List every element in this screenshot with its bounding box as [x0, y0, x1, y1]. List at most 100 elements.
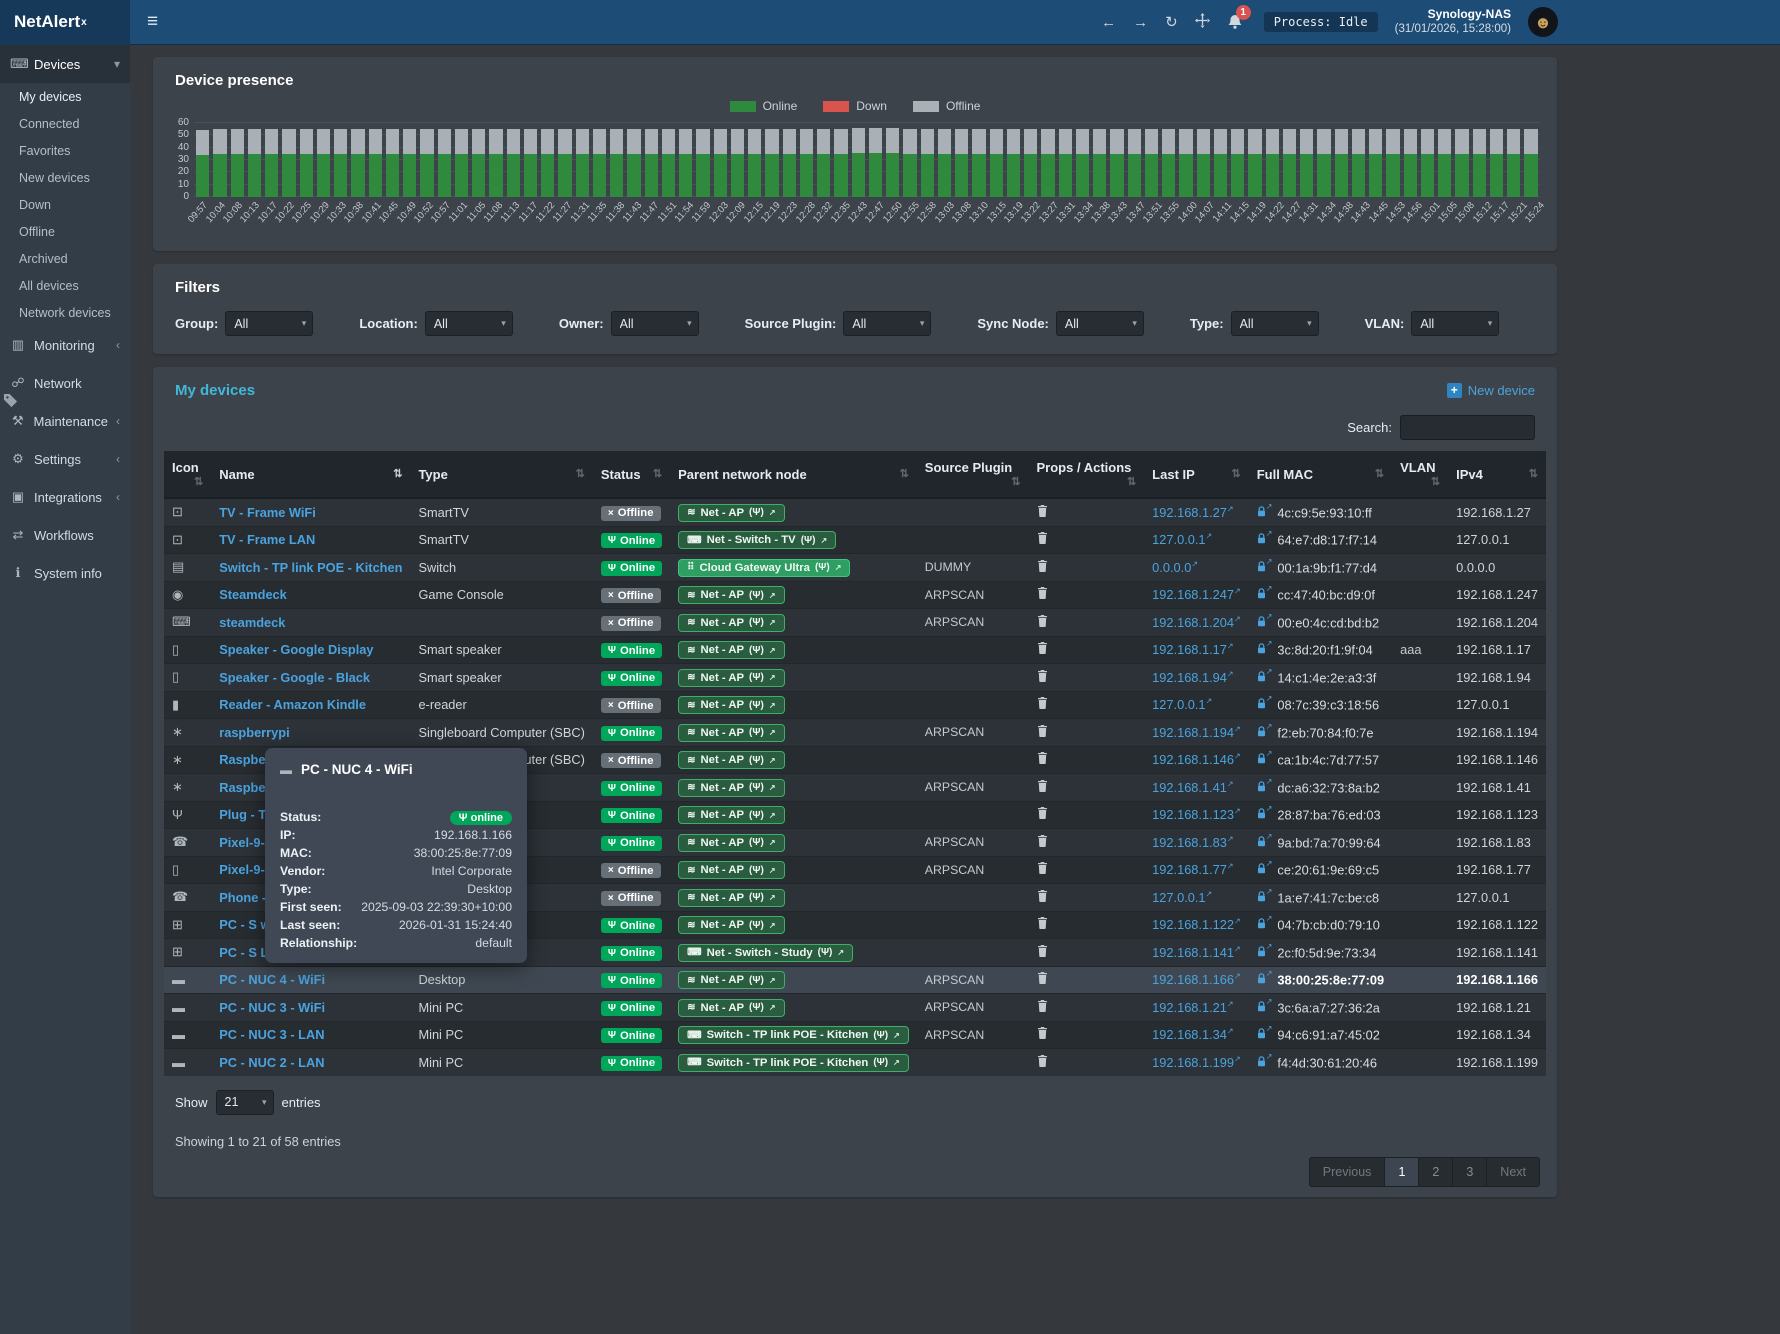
parent-node-badge[interactable]: ≋Net - AP(Ψ)↗ [678, 916, 784, 934]
last-ip-link[interactable]: 192.168.1.166↗ [1152, 972, 1241, 987]
filter-select-location[interactable]: All [425, 311, 513, 336]
sort-icon[interactable]: ⇅ [194, 475, 203, 488]
sort-icon[interactable]: ⇅ [1232, 467, 1241, 480]
trash-icon[interactable] [1037, 560, 1048, 572]
column-header-vlan[interactable]: VLAN⇅ [1392, 451, 1448, 498]
trash-icon[interactable] [1037, 972, 1048, 984]
device-name-link[interactable]: Pixel-9- [219, 862, 265, 877]
trash-icon[interactable] [1037, 1027, 1048, 1039]
device-name-link[interactable]: PC - S w [219, 917, 270, 932]
trash-icon[interactable] [1037, 807, 1048, 819]
trash-icon[interactable] [1037, 1055, 1048, 1067]
table-row[interactable]: ▬PC - NUC 3 - LANMini PCΨOnline⌨Switch -… [164, 1021, 1546, 1049]
sidebar-item-workflows[interactable]: ⇄Workflows [0, 516, 130, 554]
table-row[interactable]: ▬PC - NUC 4 - WiFiDesktopΨOnline≋Net - A… [164, 966, 1546, 994]
lock-icon[interactable]: ↗ [1257, 697, 1273, 712]
column-header-type[interactable]: Type⇅ [410, 451, 592, 498]
column-header-full-mac[interactable]: Full MAC⇅ [1249, 451, 1392, 498]
table-row[interactable]: ⌨steamdeck×Offline≋Net - AP(Ψ)↗ARPSCAN19… [164, 609, 1546, 637]
parent-node-badge[interactable]: ≋Net - AP(Ψ)↗ [678, 999, 784, 1017]
sidebar-item-archived[interactable]: Archived [0, 245, 130, 272]
lock-icon[interactable]: ↗ [1257, 1027, 1273, 1042]
sidebar-item-monitoring[interactable]: ▥Monitoring‹ [0, 326, 130, 364]
lock-icon[interactable]: ↗ [1257, 807, 1273, 822]
device-name-link[interactable]: PC - S L [219, 945, 268, 960]
last-ip-link[interactable]: 192.168.1.27↗ [1152, 505, 1233, 520]
sort-icon[interactable]: ⇅ [393, 467, 402, 480]
back-icon[interactable]: ← [1101, 14, 1116, 31]
device-name-link[interactable]: Raspbe [219, 780, 265, 795]
sidebar-item-maintenance[interactable]: ⚒Maintenance‹ [0, 402, 130, 440]
trash-icon[interactable] [1037, 532, 1048, 544]
lock-icon[interactable]: ↗ [1257, 945, 1273, 960]
trash-icon[interactable] [1037, 587, 1048, 599]
device-name-link[interactable]: PC - NUC 3 - LAN [219, 1027, 324, 1042]
table-row[interactable]: ▬PC - NUC 3 - WiFiMini PCΨOnline≋Net - A… [164, 994, 1546, 1022]
last-ip-link[interactable]: 192.168.1.17↗ [1152, 642, 1233, 657]
table-row[interactable]: ▮Reader - Amazon Kindlee-reader×Offline≋… [164, 691, 1546, 719]
sidebar-item-settings[interactable]: ⚙Settings‹ [0, 440, 130, 478]
device-name-link[interactable]: Phone - [219, 890, 266, 905]
previous-button[interactable]: Previous [1310, 1158, 1385, 1186]
hamburger-icon[interactable]: ≡ [147, 11, 158, 33]
parent-node-badge[interactable]: ≋Net - AP(Ψ)↗ [678, 806, 784, 824]
table-row[interactable]: ▬PC - NUC 2 - LANMini PCΨOnline⌨Switch -… [164, 1049, 1546, 1076]
trash-icon[interactable] [1037, 752, 1048, 764]
table-row[interactable]: ▯Speaker - Google - BlackSmart speakerΨO… [164, 664, 1546, 692]
sidebar-item-connected[interactable]: Connected [0, 110, 130, 137]
search-input[interactable] [1400, 415, 1535, 440]
last-ip-link[interactable]: 192.168.1.34↗ [1152, 1027, 1233, 1042]
lock-icon[interactable]: ↗ [1257, 917, 1273, 932]
device-name-link[interactable]: Pixel-9- [219, 835, 265, 850]
filter-select-group[interactable]: All [225, 311, 313, 336]
device-name-link[interactable]: TV - Frame WiFi [219, 505, 316, 520]
lock-icon[interactable]: ↗ [1257, 1000, 1273, 1015]
sort-icon[interactable]: ⇅ [1127, 475, 1136, 488]
sidebar-item-system-info[interactable]: ℹSystem info [0, 554, 130, 592]
last-ip-link[interactable]: 192.168.1.83↗ [1152, 835, 1233, 850]
sort-icon[interactable]: ⇅ [576, 467, 585, 480]
trash-icon[interactable] [1037, 862, 1048, 874]
trash-icon[interactable] [1037, 725, 1048, 737]
lock-icon[interactable]: ↗ [1257, 780, 1273, 795]
last-ip-link[interactable]: 127.0.0.1↗ [1152, 890, 1212, 905]
trash-icon[interactable] [1037, 917, 1048, 929]
parent-node-badge[interactable]: ≋Net - AP(Ψ)↗ [678, 696, 784, 714]
table-row[interactable]: ▯Speaker - Google DisplaySmart speakerΨO… [164, 636, 1546, 664]
parent-node-badge[interactable]: ≋Net - AP(Ψ)↗ [678, 724, 784, 742]
trash-icon[interactable] [1037, 780, 1048, 792]
move-icon[interactable] [1195, 13, 1210, 32]
sidebar-item-integrations[interactable]: ▣Integrations‹ [0, 478, 130, 516]
refresh-icon[interactable]: ↻ [1165, 13, 1178, 31]
table-row[interactable]: ⊡TV - Frame LANSmartTVΨOnline⌨Net - Swit… [164, 526, 1546, 554]
sidebar-item-all-devices[interactable]: All devices [0, 272, 130, 299]
last-ip-link[interactable]: 127.0.0.1↗ [1152, 532, 1212, 547]
last-ip-link[interactable]: 192.168.1.122↗ [1152, 917, 1241, 932]
lock-icon[interactable]: ↗ [1257, 725, 1273, 740]
sort-icon[interactable]: ⇅ [653, 467, 662, 480]
last-ip-link[interactable]: 192.168.1.41↗ [1152, 780, 1233, 795]
last-ip-link[interactable]: 192.168.1.247↗ [1152, 587, 1241, 602]
trash-icon[interactable] [1037, 642, 1048, 654]
forward-icon[interactable]: → [1133, 14, 1148, 31]
table-row[interactable]: ◉SteamdeckGame Console×Offline≋Net - AP(… [164, 581, 1546, 609]
parent-node-badge[interactable]: ⌨Net - Switch - TV(Ψ)↗ [678, 531, 836, 549]
filter-select-vlan[interactable]: All [1411, 311, 1499, 336]
lock-icon[interactable]: ↗ [1257, 1055, 1273, 1070]
device-name-link[interactable]: Speaker - Google Display [219, 642, 373, 657]
last-ip-link[interactable]: 127.0.0.1↗ [1152, 697, 1212, 712]
trash-icon[interactable] [1037, 890, 1048, 902]
sidebar-item-new-devices[interactable]: New devices [0, 164, 130, 191]
sidebar-item-favorites[interactable]: Favorites [0, 137, 130, 164]
device-name-link[interactable]: Reader - Amazon Kindle [219, 697, 366, 712]
column-header-name[interactable]: Name⇅ [211, 451, 410, 498]
device-name-link[interactable]: Steamdeck [219, 587, 287, 602]
device-name-link[interactable]: Plug - T [219, 807, 266, 822]
page-button-1[interactable]: 1 [1384, 1158, 1418, 1186]
trash-icon[interactable] [1037, 945, 1048, 957]
filter-select-type[interactable]: All [1231, 311, 1319, 336]
column-header-parent-network-node[interactable]: Parent network node⇅ [670, 451, 917, 498]
pin-sidebar-icon[interactable] [3, 393, 18, 411]
lock-icon[interactable]: ↗ [1257, 752, 1273, 767]
table-row[interactable]: ⊡TV - Frame WiFiSmartTV×Offline≋Net - AP… [164, 498, 1546, 526]
